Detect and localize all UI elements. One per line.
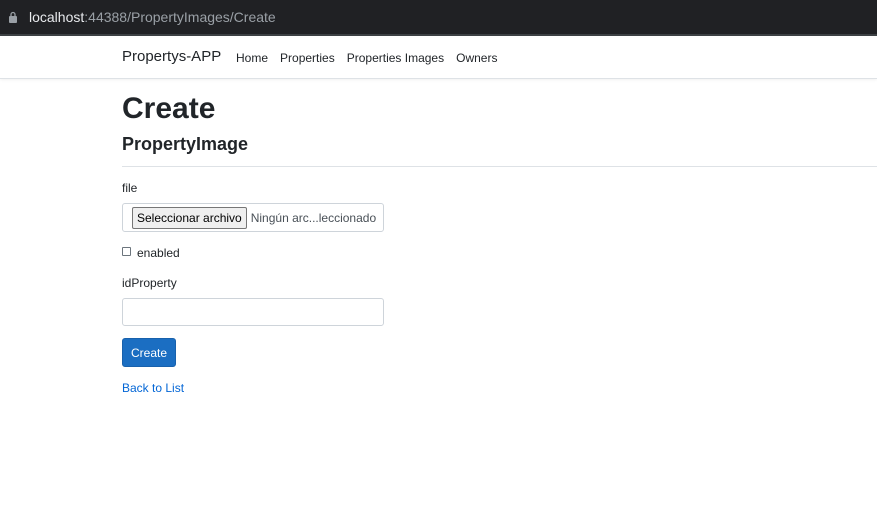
lock-icon xyxy=(9,11,17,23)
nav-link-properties-images[interactable]: Properties Images xyxy=(347,51,444,65)
navbar-brand[interactable]: Propertys-APP xyxy=(122,48,221,65)
url-host: localhost xyxy=(29,9,85,25)
choose-file-button[interactable]: Seleccionar archivo xyxy=(132,206,247,229)
browser-address-bar[interactable]: localhost:44388/PropertyImages/Create xyxy=(0,0,877,36)
create-button[interactable]: Create xyxy=(122,338,176,367)
page-subtitle: PropertyImage xyxy=(122,134,249,154)
nav-links: Home Properties Properties Images Owners xyxy=(236,51,497,65)
navbar: Propertys-APP Home Properties Properties… xyxy=(0,38,877,79)
file-label: file xyxy=(122,181,138,195)
nav-link-home[interactable]: Home xyxy=(236,51,268,65)
divider xyxy=(122,166,877,167)
idproperty-label: idProperty xyxy=(122,276,177,290)
file-input[interactable]: Seleccionar archivo Ningún arc...leccion… xyxy=(122,203,384,232)
file-status-text: Ningún arc...leccionado xyxy=(250,210,377,225)
url-path: :44388/PropertyImages/Create xyxy=(84,9,276,25)
enabled-label: enabled xyxy=(137,246,180,260)
page-title: Create xyxy=(122,92,216,125)
enabled-checkbox[interactable] xyxy=(122,247,131,256)
idproperty-input[interactable] xyxy=(122,298,384,326)
nav-link-properties[interactable]: Properties xyxy=(280,51,335,65)
url-text[interactable]: localhost:44388/PropertyImages/Create xyxy=(29,9,276,25)
back-to-list-link[interactable]: Back to List xyxy=(122,381,184,395)
nav-link-owners[interactable]: Owners xyxy=(456,51,497,65)
